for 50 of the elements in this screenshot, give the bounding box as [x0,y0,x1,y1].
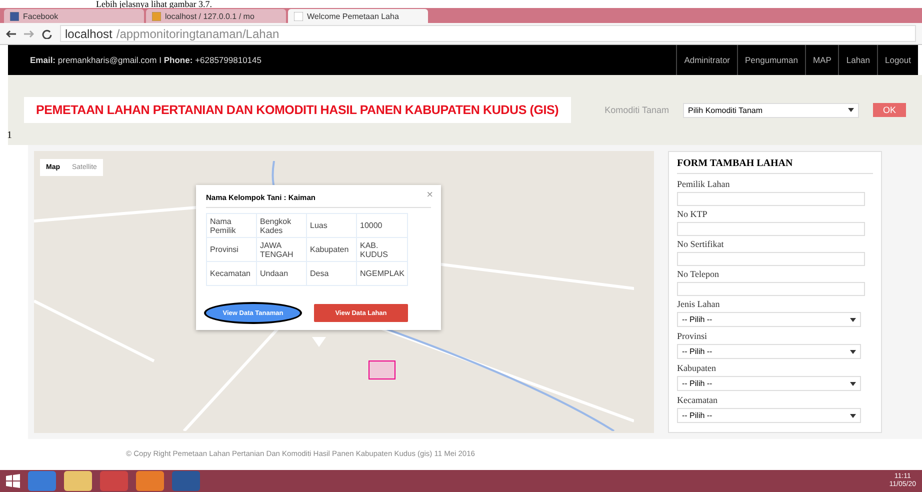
table-cell: Bengkok Kades [256,214,306,238]
field-label: Kecamatan [677,394,718,407]
field-label: Provinsi [677,330,708,343]
select-field[interactable]: -- Pilih -- [677,344,861,359]
table-cell: 10000 [356,214,408,238]
field-label: No KTP [677,208,708,221]
caret-icon [850,414,856,418]
field-label: No Sertifikat [677,238,725,251]
browser-tab[interactable]: localhost / 127.0.0.1 / mo [146,9,286,23]
forward-icon[interactable] [24,30,34,38]
document-text: Lebih jelasnya lihat gambar 3.7. [95,0,213,8]
table-cell: JAWA TENGAH [256,238,306,262]
page-icon [294,12,303,20]
select-field[interactable]: -- Pilih -- [677,312,861,327]
caret-icon [850,350,856,354]
reload-icon[interactable] [42,28,52,38]
back-icon[interactable] [6,30,16,38]
caret-icon [850,382,856,386]
field-label: No Telepon [677,268,720,281]
form-title: FORM TAMBAH LAHAN [677,158,873,174]
table-cell: NGEMPLAK [356,262,408,286]
komoditi-select[interactable]: Pilih Komoditi Tanam [682,102,859,118]
table-cell: Nama Pemilik [206,214,256,238]
table-cell: Luas [306,214,356,238]
table-cell: Provinsi [206,238,256,262]
input-field[interactable] [677,252,865,266]
land-parcel[interactable] [368,360,396,380]
browser-tab[interactable]: Welcome Pemetaan Laha [288,9,428,23]
field-label: Kabupaten [677,362,717,375]
windows-logo-icon[interactable] [6,474,20,488]
input-field[interactable] [677,282,865,296]
table-cell: Undaan [256,262,306,286]
select-field[interactable]: -- Pilih -- [677,408,861,423]
caret-icon [850,318,856,322]
field-label: Pemilik Lahan [677,178,731,191]
field-label: Jenis Lahan [677,298,721,311]
table-cell: Desa [306,262,356,286]
table-cell: KAB. KUDUS [356,238,408,262]
caret-icon [848,108,854,112]
browser-tab[interactable]: Facebook [4,9,144,23]
contact-info: Email: premankharis@gmail.com I Phone: +6285799810145 [30,55,262,65]
table-cell: Kabupaten [306,238,356,262]
select-field[interactable]: -- Pilih -- [677,376,861,391]
input-field[interactable] [677,192,865,206]
page-number: 1 [7,130,12,141]
address-field[interactable]: localhost /appmonitoringtanaman/Lahan [60,25,916,42]
input-field[interactable] [677,222,865,236]
site-title: PEMETAAN LAHAN PERTANIAN DAN KOMODITI HASIL PANEN KABUPATEN KUDUS (GIS) [24,97,571,123]
komoditi-label: Komoditi Tanam [604,105,669,115]
table-cell: Kecamatan [206,262,256,286]
